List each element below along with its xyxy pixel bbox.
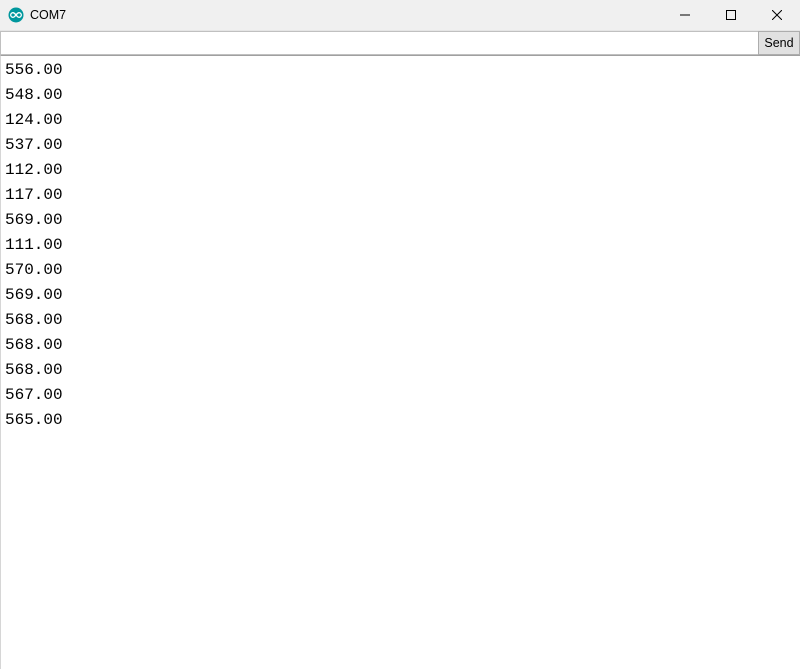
minimize-button[interactable] — [662, 0, 708, 30]
close-icon — [772, 10, 782, 20]
maximize-icon — [726, 10, 736, 20]
input-row: Send — [0, 31, 800, 55]
close-button[interactable] — [754, 0, 800, 30]
serial-output[interactable]: 556.00 548.00 124.00 537.00 112.00 117.0… — [0, 55, 800, 669]
window-title: COM7 — [30, 8, 662, 22]
titlebar: COM7 — [0, 0, 800, 31]
maximize-button[interactable] — [708, 0, 754, 30]
window-controls — [662, 0, 800, 30]
arduino-icon — [8, 7, 24, 23]
send-button[interactable]: Send — [758, 31, 800, 55]
serial-input[interactable] — [0, 31, 758, 55]
minimize-icon — [680, 10, 690, 20]
